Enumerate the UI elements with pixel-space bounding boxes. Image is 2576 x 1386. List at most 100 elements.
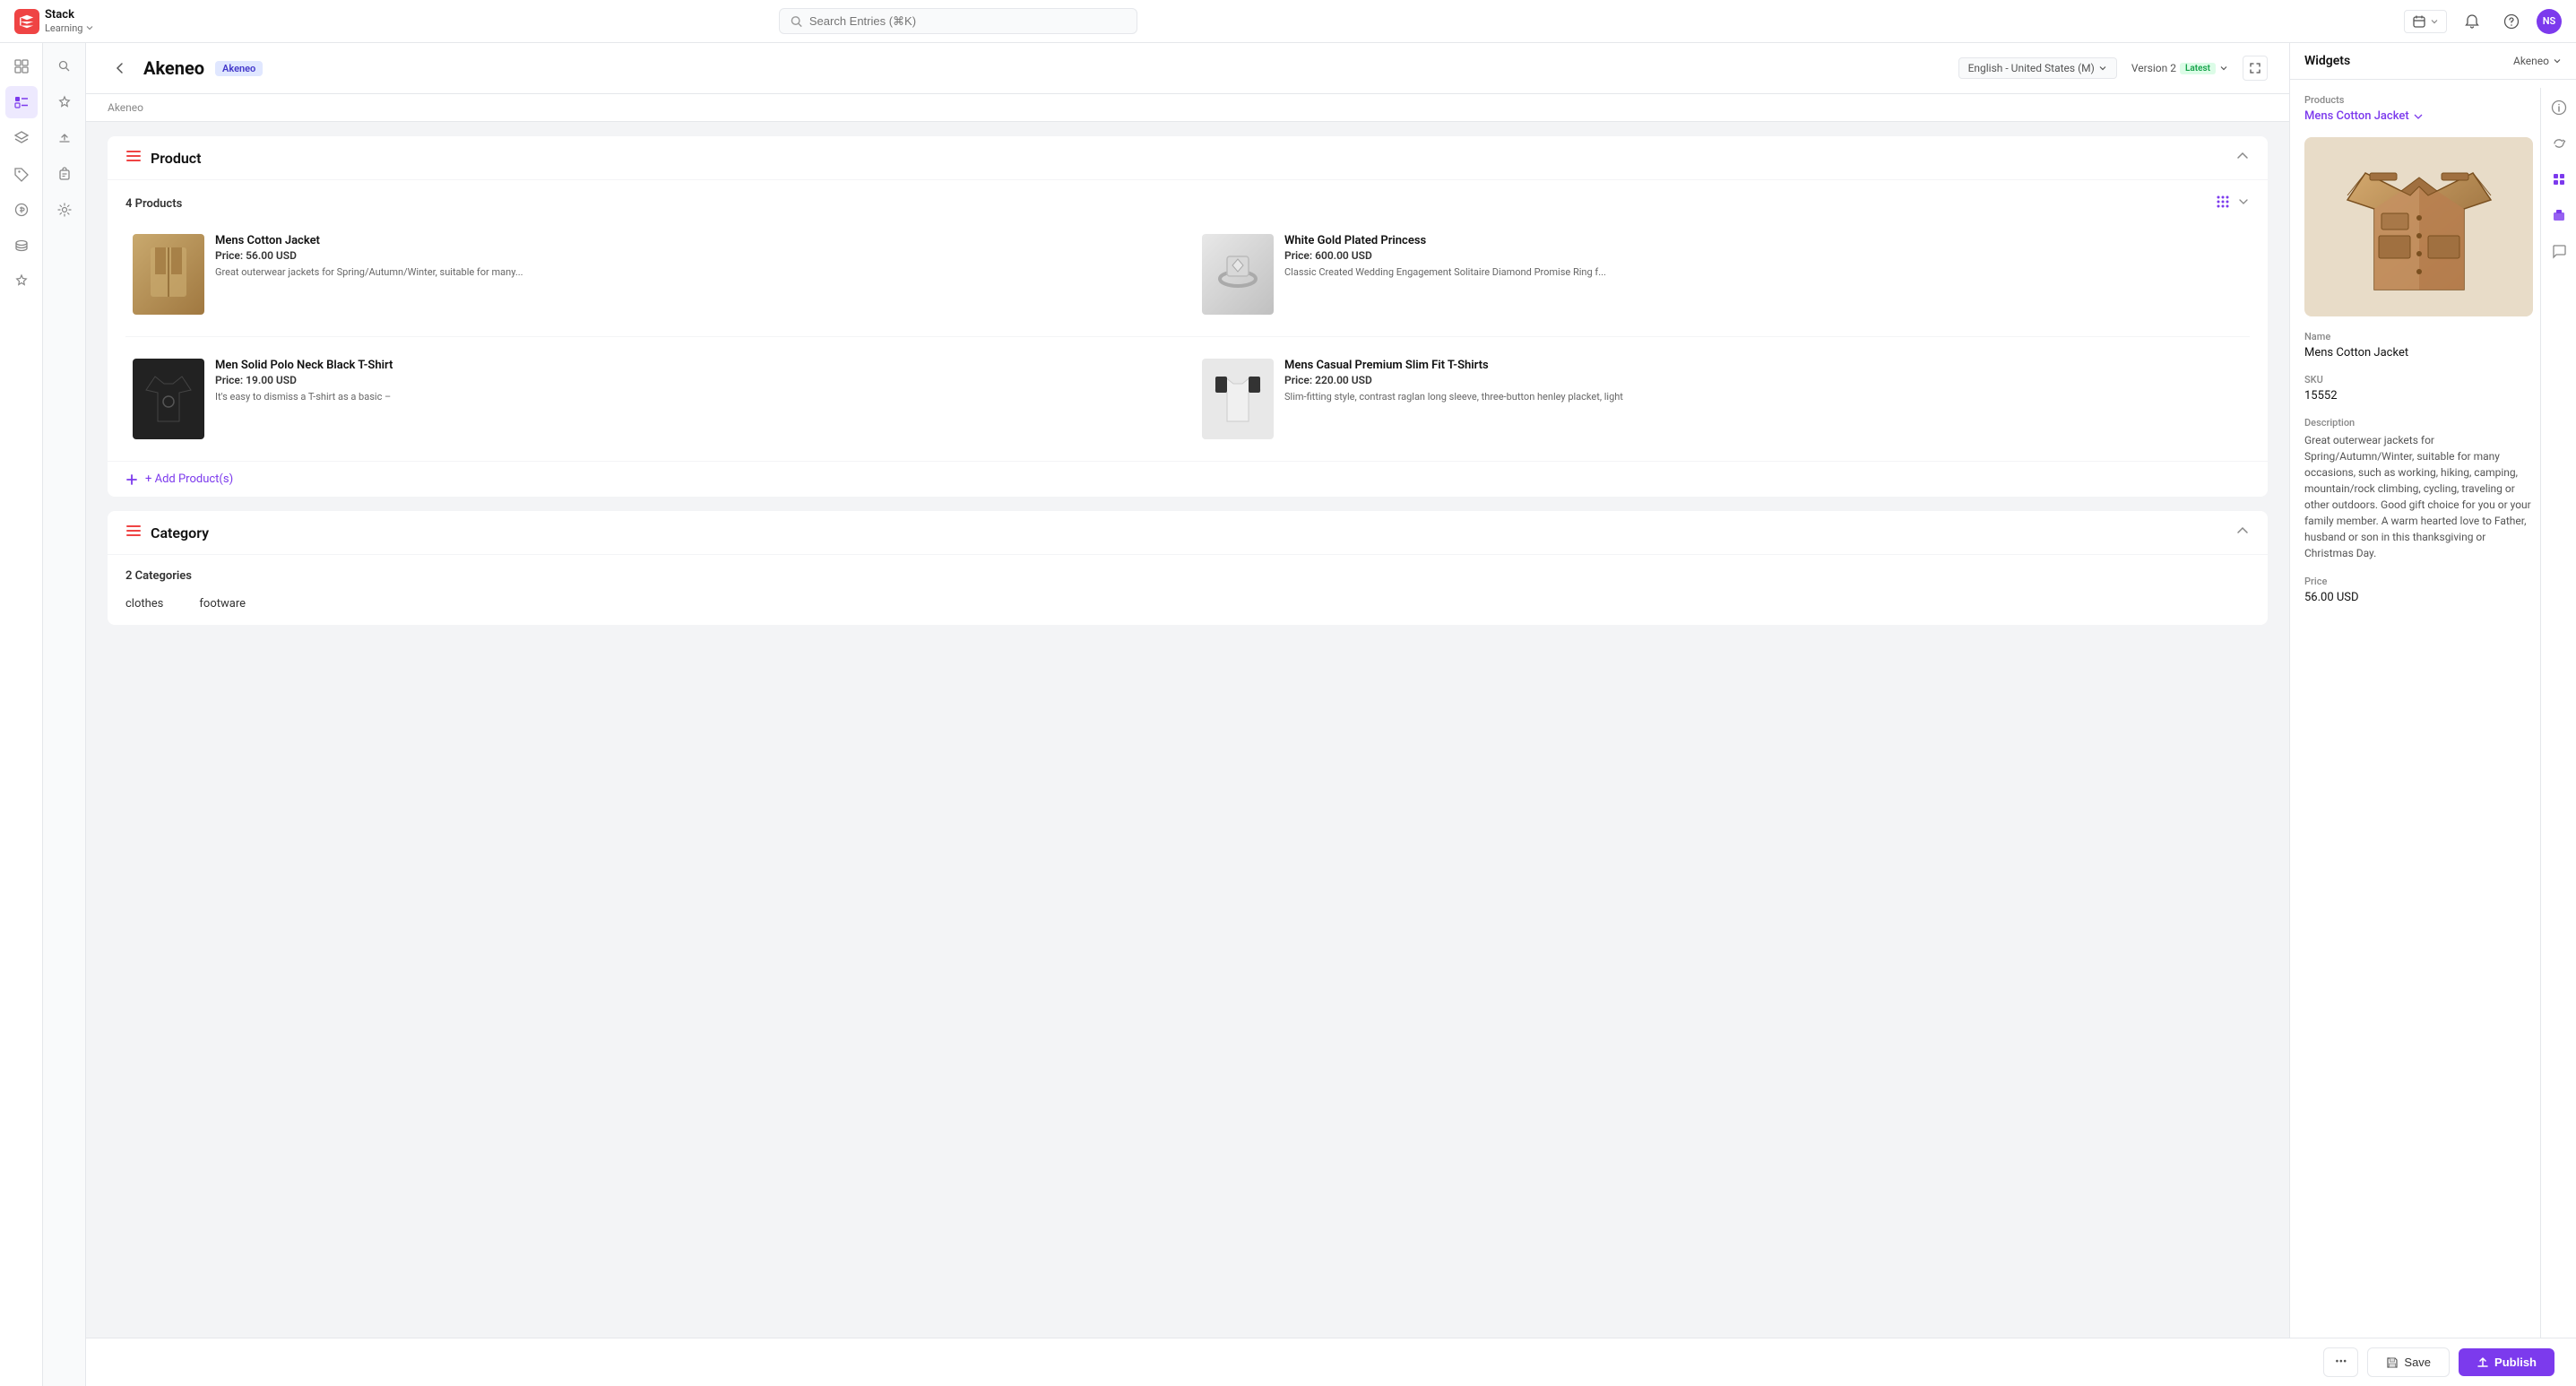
sidebar-item-tag[interactable] [5,158,38,190]
second-sidebar-search[interactable] [48,50,81,82]
akeneo-source[interactable]: Akeneo [2513,55,2562,67]
panel-collapse-button[interactable] [2289,693,2290,736]
search-icon [57,59,72,74]
widget-price-value: 56.00 USD [2304,591,2533,604]
page-title-area: Akeneo Akeneo [108,56,263,81]
widget-products-select[interactable]: Mens Cotton Jacket [2304,109,2533,123]
search-input[interactable] [809,14,1126,28]
widget-products-field: Products Mens Cotton Jacket [2304,94,2533,123]
chevron-down-icon [85,23,94,32]
sync-button[interactable] [2546,131,2572,156]
widget-sku-value: 15552 [2304,389,2533,403]
brand-sub[interactable]: Learning [45,22,94,34]
jacket-preview-svg [2330,146,2509,308]
add-products-button[interactable]: + Add Product(s) [108,462,2268,497]
product-desc-4: Slim-fitting style, contrast raglan long… [1284,390,2243,403]
sidebar-item-grid[interactable] [5,50,38,82]
second-sidebar-clipboard[interactable] [48,158,81,190]
tshirt-white-svg [1211,368,1265,430]
chevron-up-icon [2235,149,2250,163]
products-grid: Mens Cotton Jacket Price: 56.00 USD Grea… [125,227,2250,446]
search-icon [791,15,802,28]
chat-button[interactable] [2546,238,2572,264]
product-card-2[interactable]: White Gold Plated Princess Price: 600.00… [1195,227,2250,322]
sidebar-item-layers[interactable] [5,122,38,154]
right-panel-header: Widgets Akeneo [2290,43,2576,80]
version-badge: Latest [2180,63,2216,74]
coins2-icon [13,238,30,254]
sidebar-item-badge[interactable] [5,265,38,298]
coins-icon [13,202,30,218]
product-name-2: White Gold Plated Princess [1284,234,2243,247]
product-price-3: Price: 19.00 USD [215,374,1173,386]
section-icon-cat [125,524,142,541]
section-title-category: Category [151,524,209,541]
save-button[interactable]: Save [2367,1347,2450,1377]
second-sidebar-upload[interactable] [48,122,81,154]
product-card-1[interactable]: Mens Cotton Jacket Price: 56.00 USD Grea… [125,227,1180,322]
sidebar-item-coins2[interactable] [5,230,38,262]
calendar-chevron-icon [2430,17,2439,26]
page-title: Akeneo [143,57,204,79]
topbar: Stack Learning [0,0,2576,43]
grid-view-button[interactable] [2216,195,2230,212]
source-chevron-icon [2553,56,2562,65]
sidebar-item-coins[interactable] [5,194,38,226]
publish-icon [2477,1356,2489,1369]
product-desc-2: Classic Created Wedding Engagement Solit… [1284,265,2243,279]
layers-icon [13,130,30,146]
second-sidebar-star[interactable] [48,86,81,118]
widget-description-field: Description Great outerwear jackets for … [2304,417,2533,561]
notifications-button[interactable] [2458,7,2486,36]
jacket-svg [142,243,195,306]
product-card-3[interactable]: Men Solid Polo Neck Black T-Shirt Price:… [125,351,1180,446]
info-circle-icon [2551,100,2567,116]
section-header-product: Product [108,136,2268,180]
help-icon [2503,13,2520,30]
section-icon [125,150,142,166]
plus-icon [125,473,138,486]
right-panel: Widgets Akeneo [2289,43,2576,1386]
section-collapse-category[interactable] [2235,524,2250,541]
search-bar[interactable] [779,8,1137,34]
widget-name-label: Name [2304,331,2533,342]
widget-description-value: Great outerwear jackets for Spring/Autum… [2304,432,2533,561]
products-count-bar: 4 Products [125,195,2250,212]
center-panel: Akeneo Akeneo English - United States (M… [86,43,2289,1386]
product-info-1: Mens Cotton Jacket Price: 56.00 USD Grea… [215,234,1173,279]
product-card-4[interactable]: Mens Casual Premium Slim Fit T-Shirts Pr… [1195,351,2250,446]
calendar-button[interactable] [2404,10,2447,33]
star-icon [57,95,72,109]
dropdown-button[interactable] [2237,195,2250,212]
save-icon [2386,1356,2399,1369]
logo-icon [14,9,39,34]
sidebar-item-list[interactable] [5,86,38,118]
info-button[interactable] [2546,95,2572,120]
section-collapse-product[interactable] [2235,149,2250,167]
widget-products-label: Products [2304,94,2533,106]
widget-description-label: Description [2304,417,2533,429]
expand-icon [2249,62,2261,74]
product-image-3 [133,359,204,439]
expand-button[interactable] [2243,56,2268,81]
locale-selector[interactable]: English - United States (M) [1958,57,2117,79]
categories-count: 2 Categories [125,569,2250,583]
list-icon [13,94,30,110]
version-chevron-icon [2219,64,2228,73]
publish-button[interactable]: Publish [2459,1348,2554,1376]
more-options-button[interactable]: ••• [2323,1347,2358,1377]
brand-logo: Stack Learning [14,8,140,34]
version-selector[interactable]: Version 2 Latest [2131,62,2228,74]
purple-icon-1[interactable] [2546,167,2572,192]
product-image-2 [1202,234,1274,315]
select-chevron-icon [2413,111,2424,122]
badge-icon [13,273,30,290]
purple-icon-2[interactable] [2546,203,2572,228]
layout-icon [2551,207,2567,223]
back-button[interactable] [108,56,133,81]
help-button[interactable] [2497,7,2526,36]
product-name-1: Mens Cotton Jacket [215,234,1173,247]
second-sidebar-settings[interactable] [48,194,81,226]
avatar[interactable]: NS [2537,9,2562,34]
category-item-2: footware [199,597,246,611]
